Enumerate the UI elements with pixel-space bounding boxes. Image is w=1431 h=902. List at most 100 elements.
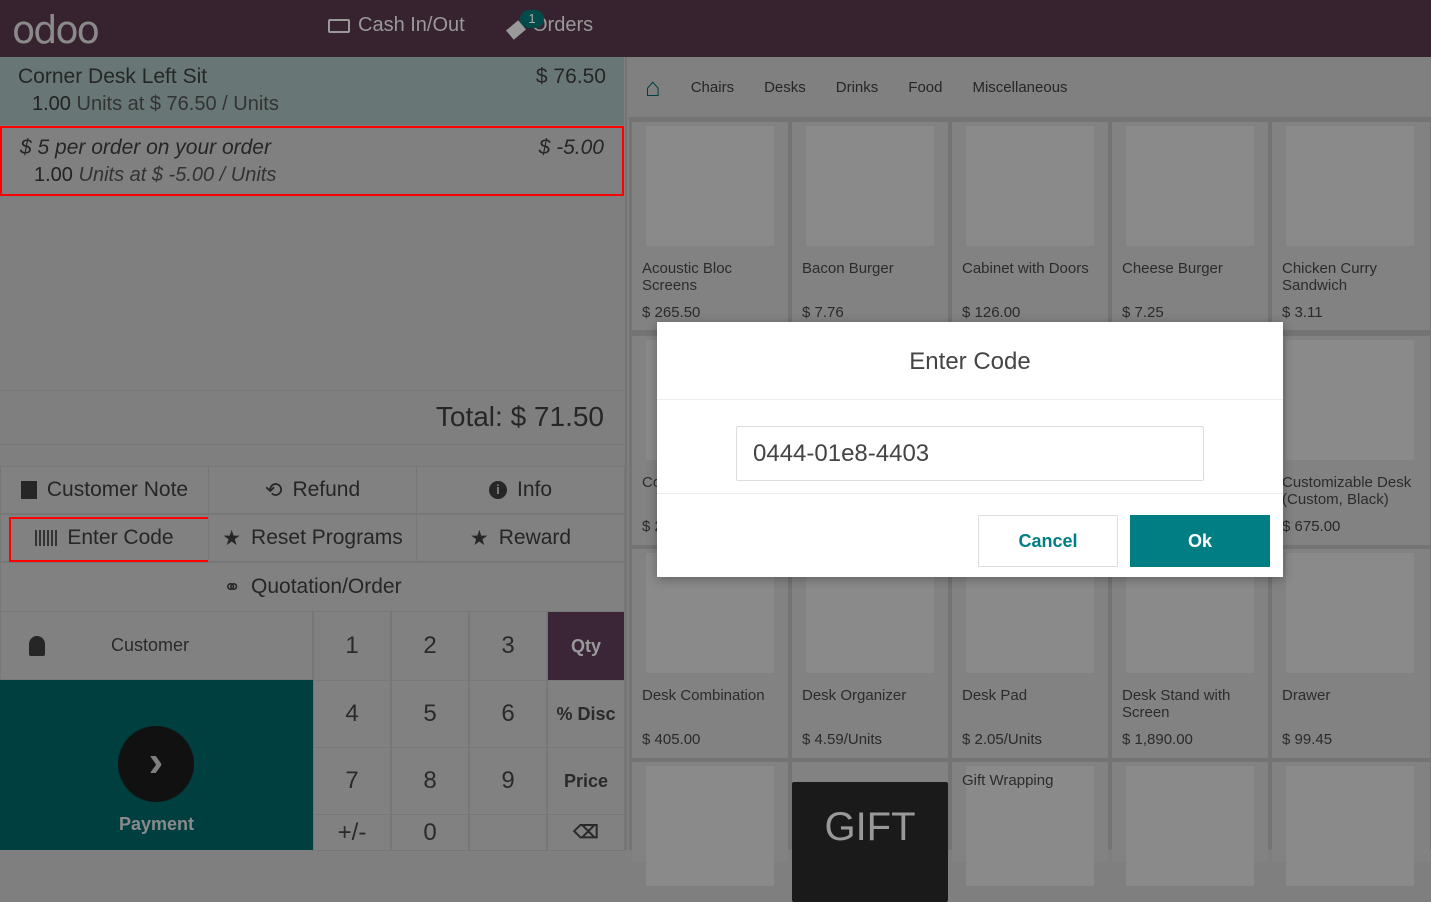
note-icon [20, 481, 37, 499]
product-image [646, 126, 774, 246]
quotation-order-button[interactable]: ⚭ Quotation/Order [0, 562, 625, 612]
numpad-key[interactable]: 5 [391, 680, 469, 748]
numpad-key[interactable]: 1 [313, 611, 391, 681]
category-miscellaneous[interactable]: Miscellaneous [972, 79, 1067, 96]
numpad-key[interactable]: 3 [469, 611, 547, 681]
product-name: Bacon Burger [802, 260, 894, 277]
cash-in-out-button[interactable]: Cash In/Out [328, 14, 465, 37]
chevron-right-icon: › [118, 726, 194, 802]
product-price: $ 7.25 [1122, 304, 1164, 321]
refund-button[interactable]: ⟲ Refund [208, 466, 417, 514]
product-card[interactable]: Cabinet with Doors $ 126.00 [952, 122, 1108, 330]
product-name: Drawer [1282, 687, 1331, 704]
payment-button[interactable]: › Payment [0, 680, 313, 850]
product-card[interactable]: Cheese Burger $ 7.25 [1112, 122, 1268, 330]
product-price: $ 4.59/Units [802, 731, 883, 748]
product-card[interactable]: GIFT [792, 762, 948, 902]
product-card[interactable]: Chicken Curry Sandwich $ 3.11 [1272, 122, 1430, 330]
divider [657, 493, 1283, 494]
numpad-key[interactable]: Price [547, 747, 625, 815]
product-price: $ 405.00 [642, 731, 701, 748]
customer-note-button[interactable]: Customer Note [0, 466, 209, 514]
category-chairs[interactable]: Chairs [691, 79, 734, 96]
category-desks[interactable]: Desks [764, 79, 806, 96]
product-name: Acoustic Bloc Screens [642, 260, 733, 294]
product-card[interactable]: Desk Combination $ 405.00 [632, 549, 788, 758]
numpad-key[interactable]: +/- [313, 814, 391, 851]
info-icon: i [488, 481, 507, 499]
numpad-key[interactable]: Qty [547, 611, 625, 681]
product-price: $ 265.50 [642, 304, 701, 321]
top-bar [0, 0, 1431, 57]
product-image [1286, 766, 1414, 886]
category-food[interactable]: Food [908, 79, 942, 96]
product-image: GIFT [792, 782, 948, 902]
product-card[interactable]: Desk Pad $ 2.05/Units [952, 549, 1108, 758]
product-image [1286, 553, 1414, 673]
money-icon [328, 18, 350, 33]
order-line-reward[interactable]: $ 5 per order on your order $ -5.00 1.00 … [0, 126, 624, 196]
product-card[interactable]: Drawer $ 99.45 [1272, 549, 1430, 758]
product-price: $ 3.11 [1282, 304, 1323, 321]
product-card[interactable]: Gift Wrapping [952, 762, 1108, 886]
product-name: Cabinet with Doors [962, 260, 1089, 277]
dialog-title: Enter Code [657, 322, 1283, 400]
product-card[interactable]: Bacon Burger $ 7.76 [792, 122, 948, 330]
product-image [806, 126, 934, 246]
numpad-key[interactable]: 6 [469, 680, 547, 748]
ok-button[interactable]: Ok [1130, 515, 1270, 567]
product-price: $ 2.05/Units [962, 731, 1043, 748]
category-bar: ⌂ Chairs Desks Drinks Food Miscellaneous [629, 57, 1431, 117]
product-name: Desk Stand with Screen [1122, 687, 1231, 721]
product-card[interactable]: Desk Organizer $ 4.59/Units [792, 549, 948, 758]
user-icon [29, 635, 45, 656]
reward-button[interactable]: ★ Reward [416, 514, 625, 562]
numpad-key[interactable]: 4 [313, 680, 391, 748]
product-name: Desk Combination [642, 687, 765, 704]
product-price: $ 126.00 [962, 304, 1021, 321]
numpad-key[interactable]: 0 [391, 814, 469, 851]
product-image [1286, 126, 1414, 246]
product-price: $ 7.76 [802, 304, 844, 321]
numpad-key[interactable]: 8 [391, 747, 469, 815]
product-image [646, 766, 774, 886]
product-image [1126, 126, 1254, 246]
reset-programs-button[interactable]: ★ Reset Programs [208, 514, 417, 562]
undo-icon: ⟲ [264, 478, 283, 502]
link-icon: ⚭ [223, 575, 241, 599]
product-price: $ 1,890.00 [1122, 731, 1193, 748]
product-card[interactable]: Customizable Desk (Custom, Black) $ 675.0… [1272, 336, 1430, 545]
product-image [966, 126, 1094, 246]
numpad-key[interactable]: ⌫ [547, 814, 625, 851]
order-total: Total: $ 71.50 [0, 390, 624, 445]
numpad-key[interactable]: 9 [469, 747, 547, 815]
star-icon: ★ [469, 526, 489, 550]
product-card[interactable]: Desk Stand with Screen $ 1,890.00 [1112, 549, 1268, 758]
product-name: Desk Organizer [802, 687, 907, 704]
numpad-key[interactable]: % Disc [547, 680, 625, 748]
customer-button[interactable]: Customer [0, 611, 313, 680]
product-card[interactable] [632, 762, 788, 886]
product-image [1126, 766, 1254, 886]
home-icon[interactable]: ⌂ [645, 72, 661, 103]
odoo-logo: odoo [12, 8, 100, 52]
product-card[interactable] [1272, 762, 1430, 886]
product-price: $ 99.45 [1282, 731, 1333, 748]
product-name: Cheese Burger [1122, 260, 1223, 277]
category-drinks[interactable]: Drinks [836, 79, 879, 96]
product-name: Customizable Desk (Custom, Black) [1282, 474, 1412, 508]
product-card[interactable] [1112, 762, 1268, 886]
cancel-button[interactable]: Cancel [978, 515, 1118, 567]
product-name: Desk Pad [962, 687, 1028, 704]
star-icon: ★ [222, 526, 242, 550]
product-card[interactable]: Acoustic Bloc Screens $ 265.50 [632, 122, 788, 330]
numpad-key[interactable]: 2 [391, 611, 469, 681]
product-image [1286, 340, 1414, 460]
product-price: $ 675.00 [1282, 518, 1341, 535]
order-line[interactable]: Corner Desk Left Sit $ 76.50 1.00 Units a… [0, 57, 624, 125]
product-name: Chicken Curry Sandwich [1282, 260, 1378, 294]
numpad-key[interactable]: 7 [313, 747, 391, 815]
numpad-key[interactable] [469, 814, 547, 851]
code-input[interactable] [736, 426, 1204, 481]
info-button[interactable]: i Info [416, 466, 625, 514]
